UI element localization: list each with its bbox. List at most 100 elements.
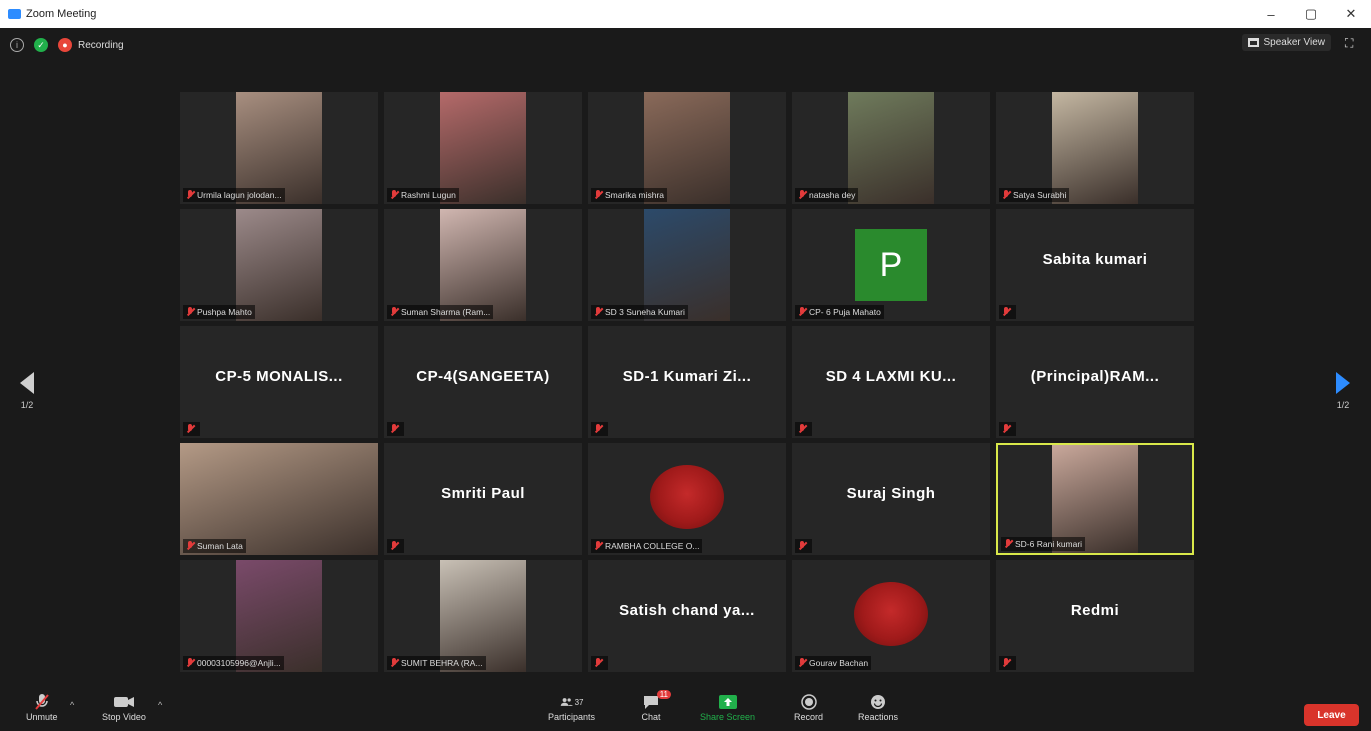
meeting-info-icon[interactable]: i xyxy=(10,38,24,52)
record-icon xyxy=(797,692,821,712)
share-screen-button[interactable]: Share Screen xyxy=(700,692,755,722)
participant-name-label xyxy=(183,422,200,436)
recording-icon[interactable]: ● xyxy=(58,38,72,52)
participant-name: SD 3 Suneha Kumari xyxy=(605,307,685,317)
prev-page-button[interactable]: 1/2 xyxy=(20,372,34,410)
close-button[interactable]: ✕ xyxy=(1331,0,1371,28)
participant-tile[interactable]: Sabita kumari xyxy=(996,209,1194,321)
chat-button[interactable]: 11 Chat xyxy=(639,690,671,722)
participant-name-label: Suman Sharma (Ram... xyxy=(387,305,494,319)
participant-tile[interactable]: CP-5 MONALIS... xyxy=(180,326,378,438)
zoom-app-icon xyxy=(8,9,21,19)
participant-name-label xyxy=(795,539,812,553)
muted-mic-icon xyxy=(390,658,398,668)
participant-tile[interactable]: Suman Sharma (Ram... xyxy=(384,209,582,321)
unmute-label: Unmute xyxy=(26,712,58,722)
participant-tile[interactable]: 00003105996@Anjli... xyxy=(180,560,378,672)
participant-video xyxy=(848,92,934,204)
participant-tile[interactable]: natasha dey xyxy=(792,92,990,204)
participant-name-label xyxy=(387,539,404,553)
share-screen-icon xyxy=(716,692,740,712)
participant-name: SD-6 Rani kumari xyxy=(1015,539,1083,549)
participant-name: Satya Surabhi xyxy=(1013,190,1067,200)
participant-name-label: Pushpa Mahto xyxy=(183,305,255,319)
participant-display-name: Smriti Paul xyxy=(441,485,525,502)
participant-name-label: SUMIT BEHRA (RA... xyxy=(387,656,486,670)
muted-mic-icon xyxy=(798,658,806,668)
reactions-button[interactable]: Reactions xyxy=(858,692,898,722)
participant-tile[interactable]: Suraj Singh xyxy=(792,443,990,555)
participant-tile[interactable]: Rashmi Lugun xyxy=(384,92,582,204)
participant-display-name: Sabita kumari xyxy=(1042,251,1148,268)
participant-name-label: Satya Surabhi xyxy=(999,188,1070,202)
college-logo xyxy=(854,582,928,646)
muted-mic-icon xyxy=(1002,307,1010,317)
participant-tile[interactable]: Urmila lagun jolodan... xyxy=(180,92,378,204)
participant-name-label: Smarika mishra xyxy=(591,188,668,202)
participant-tile[interactable]: Satish chand ya... xyxy=(588,560,786,672)
grid-icon xyxy=(1248,38,1260,47)
participant-name-label: RAMBHA COLLEGE O... xyxy=(591,539,703,553)
video-options-caret[interactable]: ^ xyxy=(158,700,162,710)
participant-name: Suman Sharma (Ram... xyxy=(401,307,491,317)
participant-display-name: Redmi xyxy=(1070,602,1120,619)
muted-mic-icon xyxy=(186,541,194,551)
muted-mic-icon xyxy=(798,541,806,551)
arrow-left-icon xyxy=(20,372,34,394)
participant-name: Pushpa Mahto xyxy=(197,307,252,317)
participant-name-label: CP- 6 Puja Mahato xyxy=(795,305,884,319)
participant-name: SUMIT BEHRA (RA... xyxy=(401,658,483,668)
minimize-button[interactable]: – xyxy=(1251,0,1291,28)
speaker-view-label: Speaker View xyxy=(1263,37,1325,48)
participant-name-label xyxy=(999,305,1016,319)
participant-tile[interactable]: SD-6 Rani kumari xyxy=(996,443,1194,555)
muted-mic-icon xyxy=(390,424,398,434)
participant-tile[interactable]: SUMIT BEHRA (RA... xyxy=(384,560,582,672)
participant-tile[interactable]: Pushpa Mahto xyxy=(180,209,378,321)
video-camera-icon xyxy=(112,692,136,712)
participants-icon: 37 xyxy=(560,692,584,712)
muted-mic-icon xyxy=(1002,658,1010,668)
reactions-label: Reactions xyxy=(858,712,899,722)
next-page-indicator: 1/2 xyxy=(1336,400,1350,410)
participant-name-label xyxy=(387,422,404,436)
participant-name-label: Urmila lagun jolodan... xyxy=(183,188,285,202)
muted-mic-icon xyxy=(1002,424,1010,434)
participant-tile[interactable]: Gourav Bachan xyxy=(792,560,990,672)
fullscreen-icon[interactable]: ⛶ xyxy=(1345,36,1359,50)
unmute-button[interactable]: Unmute xyxy=(26,692,58,722)
chat-unread-badge: 11 xyxy=(656,690,671,699)
smiley-icon xyxy=(866,692,890,712)
stop-video-button[interactable]: Stop Video xyxy=(102,692,146,722)
muted-mic-icon xyxy=(594,190,602,200)
participant-tile[interactable]: SD 3 Suneha Kumari xyxy=(588,209,786,321)
participant-tile[interactable]: CP-4(SANGEETA) xyxy=(384,326,582,438)
participant-tile[interactable]: Suman Lata xyxy=(180,443,378,555)
shield-icon[interactable]: ✓ xyxy=(34,38,48,52)
participants-button[interactable]: 37 Participants xyxy=(548,692,595,723)
record-button[interactable]: Record xyxy=(794,692,823,722)
participant-display-name: Suraj Singh xyxy=(846,485,936,502)
participant-name-label: SD-6 Rani kumari xyxy=(1001,537,1086,551)
participant-tile[interactable]: Redmi xyxy=(996,560,1194,672)
muted-mic-icon xyxy=(1002,190,1010,200)
participant-tile[interactable]: Smriti Paul xyxy=(384,443,582,555)
participant-tile[interactable]: SD 4 LAXMI KU... xyxy=(792,326,990,438)
speaker-view-button[interactable]: Speaker View xyxy=(1242,34,1331,51)
participant-tile[interactable]: RAMBHA COLLEGE O... xyxy=(588,443,786,555)
next-page-button[interactable]: 1/2 xyxy=(1336,372,1350,410)
participant-tile[interactable]: P CP- 6 Puja Mahato xyxy=(792,209,990,321)
window-controls: – ▢ ✕ xyxy=(1251,0,1371,28)
maximize-button[interactable]: ▢ xyxy=(1291,0,1331,28)
record-label: Record xyxy=(794,712,824,722)
muted-mic-icon xyxy=(594,307,602,317)
participant-tile[interactable]: Satya Surabhi xyxy=(996,92,1194,204)
muted-mic-icon xyxy=(390,190,398,200)
muted-mic-icon xyxy=(390,541,398,551)
participant-tile[interactable]: SD-1 Kumari Zi... xyxy=(588,326,786,438)
participant-tile[interactable]: (Principal)RAM... xyxy=(996,326,1194,438)
audio-options-caret[interactable]: ^ xyxy=(70,700,74,710)
leave-button[interactable]: Leave xyxy=(1304,704,1359,726)
participant-name-label: 00003105996@Anjli... xyxy=(183,656,284,670)
participant-tile[interactable]: Smarika mishra xyxy=(588,92,786,204)
